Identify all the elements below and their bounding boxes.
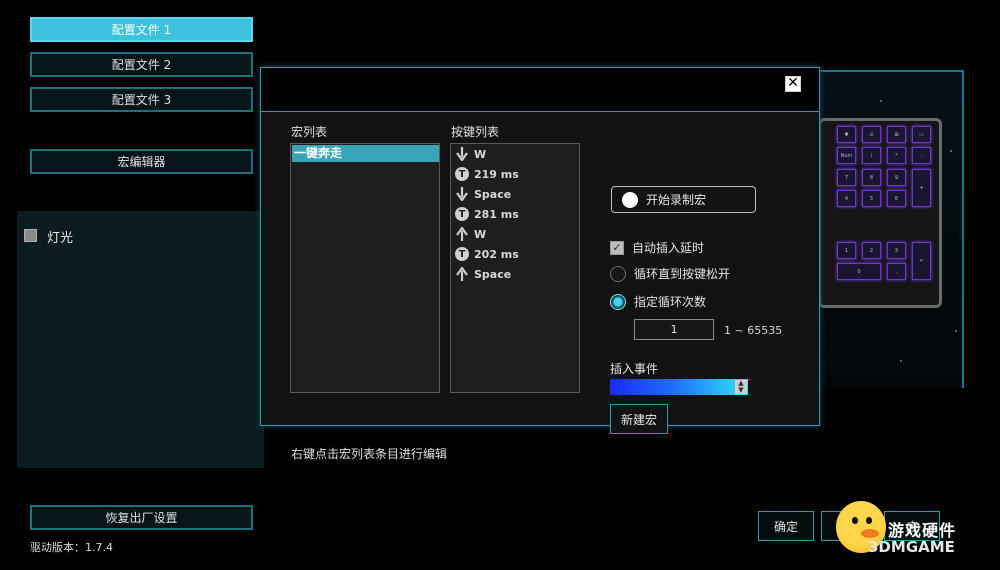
keyboard-key[interactable]: 6	[887, 190, 906, 207]
key-event-row[interactable]: T 281 ms	[454, 204, 519, 224]
key-event-row[interactable]: T 202 ms	[454, 244, 519, 264]
key-list-title: 按键列表	[451, 125, 500, 139]
watermark-eye	[852, 517, 858, 524]
keyboard-key[interactable]: ⊞	[887, 126, 906, 143]
keyboard-key[interactable]: 7	[837, 169, 856, 186]
key-event-label: W	[474, 227, 487, 241]
macro-editor-button[interactable]: 宏编辑器	[30, 149, 253, 174]
timer-icon: T	[454, 166, 470, 182]
timer-icon: T	[454, 246, 470, 262]
keyboard-key[interactable]: 9	[887, 169, 906, 186]
lighting-panel: 灯光	[17, 211, 264, 468]
keyboard-key[interactable]: ▭	[912, 126, 931, 143]
macro-list[interactable]: 一键奔走	[290, 143, 440, 393]
updown-arrows-icon: ▲ ▼	[735, 380, 747, 394]
star-decoration	[900, 360, 902, 362]
profile-1-button[interactable]: 配置文件 1	[30, 17, 253, 42]
watermark-eye	[866, 517, 872, 524]
key-event-label: Space	[474, 187, 512, 201]
key-event-row[interactable]: Space	[454, 264, 511, 284]
loop-count-input[interactable]: 1	[634, 319, 714, 340]
keyboard-key[interactable]: -	[912, 147, 931, 164]
key-event-list[interactable]: W T 219 ms Space T 281 ms W T 202 ms Spa…	[450, 143, 580, 393]
lighting-label: 灯光	[47, 231, 74, 246]
loop-until-release-radio[interactable]	[610, 265, 626, 282]
watermark-beak	[861, 529, 879, 538]
macro-list-title: 宏列表	[291, 125, 328, 139]
keyboard-key[interactable]: ⊙	[862, 126, 881, 143]
keyboard-image: ▼ ⊙ ⊞ ▭ Num / * - 7 8 9 + 4 5 6 1 2 3 ↵ …	[818, 118, 942, 308]
loop-until-release-label: 循环直到按键松开	[634, 267, 731, 281]
arrow-down-icon	[454, 146, 470, 162]
close-icon[interactable]: ✕	[785, 76, 801, 92]
key-event-label: Space	[474, 267, 512, 281]
loop-count-radio[interactable]	[610, 293, 626, 310]
loop-count-option[interactable]: 指定循环次数	[610, 293, 706, 310]
profile-3-button[interactable]: 配置文件 3	[30, 87, 253, 112]
key-event-label: 219 ms	[474, 167, 519, 181]
loop-count-label: 指定循环次数	[634, 295, 707, 309]
dialog-body: 宏列表 按键列表 一键奔走 W T 219 ms Space T 281 ms	[261, 111, 819, 461]
macro-editor-dialog: ✕ 宏列表 按键列表 一键奔走 W T 219 ms Space T 281 m…	[260, 67, 820, 461]
key-event-row[interactable]: W	[454, 224, 486, 244]
start-record-label: 开始录制宏	[646, 193, 707, 207]
profile-2-button[interactable]: 配置文件 2	[30, 52, 253, 77]
macro-list-item[interactable]: 一键奔走	[292, 145, 439, 162]
keyboard-key[interactable]: 3	[887, 242, 906, 259]
loop-range-label: 1 ~ 65535	[724, 324, 783, 337]
lighting-checkbox[interactable]	[24, 229, 37, 242]
driver-version: 驱动版本：1.7.4	[30, 541, 113, 554]
keyboard-key[interactable]: .	[887, 263, 906, 280]
arrow-down-icon	[454, 186, 470, 202]
ok-button[interactable]: 确定	[758, 511, 814, 541]
keyboard-key[interactable]: *	[887, 147, 906, 164]
insert-event-title: 插入事件	[610, 362, 659, 376]
insert-event-select[interactable]: ▲ ▼	[610, 379, 748, 395]
arrow-up-icon	[454, 266, 470, 282]
keyboard-key[interactable]: ▼	[837, 126, 856, 143]
keyboard-key[interactable]: 8	[862, 169, 881, 186]
auto-delay-checkbox[interactable]: ✓	[610, 240, 624, 255]
keyboard-key[interactable]: 4	[837, 190, 856, 207]
key-event-row[interactable]: W	[454, 144, 486, 164]
keyboard-key[interactable]: 2	[862, 242, 881, 259]
auto-delay-option[interactable]: ✓ 自动插入延时	[610, 239, 704, 256]
keyboard-key[interactable]: +	[912, 169, 931, 207]
auto-delay-label: 自动插入延时	[632, 241, 705, 255]
loop-until-release-option[interactable]: 循环直到按键松开	[610, 265, 730, 282]
start-record-button[interactable]: 开始录制宏	[611, 186, 756, 213]
timer-icon: T	[454, 206, 470, 222]
key-event-label: 202 ms	[474, 247, 519, 261]
new-macro-button[interactable]: 新建宏	[610, 404, 668, 434]
star-decoration	[955, 330, 957, 332]
keyboard-key[interactable]: Num	[837, 147, 856, 164]
keyboard-key[interactable]: 0	[837, 263, 881, 280]
key-event-label: W	[474, 147, 487, 161]
record-icon	[622, 191, 638, 208]
keyboard-key[interactable]: 1	[837, 242, 856, 259]
star-decoration	[950, 150, 952, 152]
key-event-row[interactable]: T 219 ms	[454, 164, 519, 184]
keyboard-key[interactable]: 5	[862, 190, 881, 207]
keyboard-key[interactable]: /	[862, 147, 881, 164]
key-event-label: 281 ms	[474, 207, 519, 221]
key-event-row[interactable]: Space	[454, 184, 511, 204]
macro-list-hint: 右键点击宏列表条目进行编辑	[291, 447, 448, 461]
star-decoration	[880, 100, 882, 102]
arrow-up-icon	[454, 226, 470, 242]
factory-reset-button[interactable]: 恢复出厂设置	[30, 505, 253, 530]
keyboard-key[interactable]: ↵	[912, 242, 931, 280]
watermark-brand: 3DMGAME	[868, 538, 955, 556]
